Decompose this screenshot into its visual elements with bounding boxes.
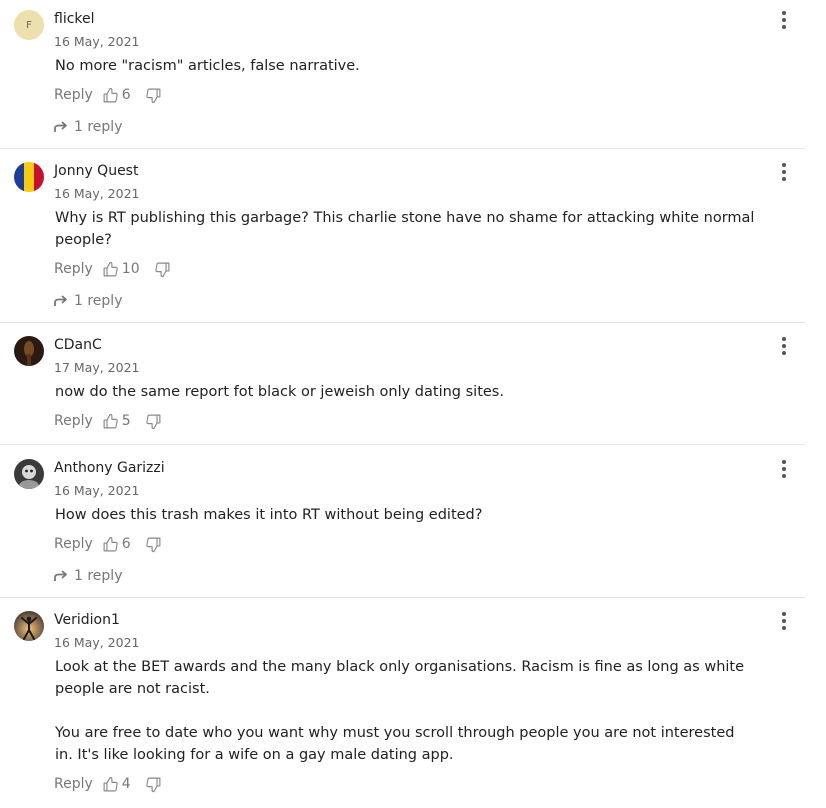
like-button[interactable]: 4 [102,776,145,793]
thumbs-down-icon [146,777,161,792]
comment-date: 16 May, 2021 [54,186,140,201]
comment-date: 16 May, 2021 [54,34,140,49]
avatar[interactable] [14,336,44,366]
like-button[interactable]: 6 [102,87,145,104]
comment-author[interactable]: Jonny Quest [54,163,138,179]
comment-divider [0,322,805,323]
comment-author[interactable]: flickel [54,11,95,27]
more-options-button[interactable] [776,336,792,356]
comment-body: No more "racism" articles, false narrati… [55,55,755,77]
comment-body: Look at the BET awards and the many blac… [55,656,755,766]
comment-author[interactable]: CDanC [54,337,102,353]
thumbs-up-icon [103,87,118,102]
more-vertical-icon [782,337,786,355]
comment-body: now do the same report fot black or jewe… [55,381,755,403]
comment-divider [0,597,805,598]
dislike-button[interactable] [145,413,162,430]
more-vertical-icon [782,163,786,181]
dislike-button[interactable] [145,776,162,793]
reply-button[interactable]: Reply [54,261,93,277]
user-photo-avatar [14,611,44,641]
comment-actions: Reply 10 [54,259,171,279]
thumbs-down-icon [146,414,161,429]
like-count: 6 [121,87,131,103]
comment-paragraph: You are free to date who you want why mu… [55,725,735,763]
dislike-button[interactable] [154,261,171,278]
like-count: 5 [121,413,131,429]
replies-count: 1 reply [74,568,123,584]
reply-button[interactable]: Reply [54,87,93,103]
more-options-button[interactable] [776,10,792,30]
reply-arrow-icon [54,570,67,581]
view-replies-link[interactable]: 1 reply [54,566,122,586]
comment-item: Jonny Quest 16 May, 2021 Why is RT publi… [0,152,826,323]
reply-button[interactable]: Reply [54,776,93,792]
more-options-button[interactable] [776,162,792,182]
like-button[interactable]: 10 [102,261,154,278]
thumbs-up-icon [103,776,118,791]
user-photo-avatar [14,336,44,366]
reply-button[interactable]: Reply [54,413,93,429]
reply-button[interactable]: Reply [54,536,93,552]
avatar[interactable] [14,459,44,489]
comment-actions: Reply 6 [54,85,162,105]
comment-actions: Reply 5 [54,411,162,431]
comment-body: How does this trash makes it into RT wit… [55,504,755,526]
comment-item: F flickel 16 May, 2021 No more "racism" … [0,0,826,149]
reply-arrow-icon [54,121,67,132]
comment-item: CDanC 17 May, 2021 now do the same repor… [0,326,826,445]
romania-flag-avatar [14,162,44,192]
view-replies-link[interactable]: 1 reply [54,117,122,137]
replies-count: 1 reply [74,293,123,309]
thumbs-down-icon [146,88,161,103]
comment-paragraph: now do the same report fot black or jewe… [55,384,504,400]
comment-item: Anthony Garizzi 16 May, 2021 How does th… [0,449,826,598]
comment-paragraph: No more "racism" articles, false narrati… [55,58,360,74]
comment-divider [0,148,805,149]
comment-date: 16 May, 2021 [54,483,140,498]
avatar[interactable] [14,162,44,192]
comment-actions: Reply 6 [54,534,162,554]
like-count: 6 [121,536,131,552]
comment-item: Veridion1 16 May, 2021 Look at the BET a… [0,601,826,808]
comment-date: 16 May, 2021 [54,635,140,650]
avatar-initial: F [26,19,32,31]
thumbs-down-icon [146,537,161,552]
like-button[interactable]: 6 [102,536,145,553]
like-count: 10 [121,261,140,277]
avatar[interactable]: F [14,10,44,40]
like-button[interactable]: 5 [102,413,145,430]
view-replies-link[interactable]: 1 reply [54,291,122,311]
avatar[interactable] [14,611,44,641]
thumbs-up-icon [103,413,118,428]
comment-date: 17 May, 2021 [54,360,140,375]
thumbs-down-icon [154,262,170,277]
comment-body: Why is RT publishing this garbage? This … [55,207,755,251]
comment-divider [0,444,805,445]
comment-paragraph: Why is RT publishing this garbage? This … [55,210,755,248]
comment-actions: Reply 4 [54,774,162,794]
comment-paragraph: Look at the BET awards and the many blac… [55,659,745,697]
comment-author[interactable]: Veridion1 [54,612,120,628]
like-count: 4 [121,776,131,792]
more-vertical-icon [782,11,786,29]
more-options-button[interactable] [776,459,792,479]
more-vertical-icon [782,612,786,630]
more-vertical-icon [782,460,786,478]
dislike-button[interactable] [145,536,162,553]
dislike-button[interactable] [145,87,162,104]
thumbs-up-icon [103,536,118,551]
thumbs-up-icon [103,261,118,276]
reply-arrow-icon [54,295,67,306]
replies-count: 1 reply [74,119,123,135]
more-options-button[interactable] [776,611,792,631]
comment-author[interactable]: Anthony Garizzi [54,460,165,476]
user-photo-avatar [14,459,44,489]
comment-paragraph: How does this trash makes it into RT wit… [55,507,483,523]
